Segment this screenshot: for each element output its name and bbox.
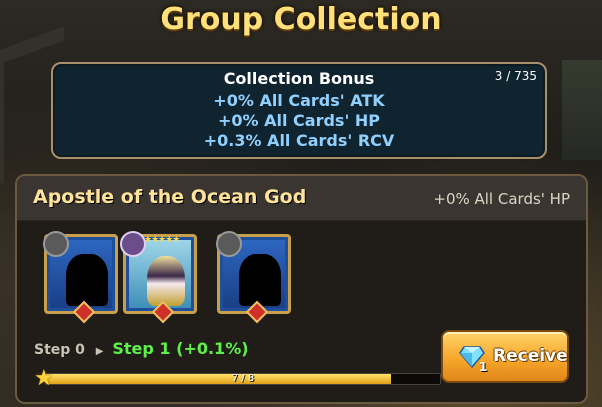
rarity-stars: ★★★★★ <box>144 235 180 245</box>
card-slot-owned[interactable]: ★★★★★ <box>120 231 197 324</box>
group-panel: Apostle of the Ocean God +0% All Cards' … <box>15 174 588 404</box>
card-silhouette <box>239 254 281 306</box>
card-silhouette <box>66 254 108 306</box>
collection-bonus-panel: Collection Bonus 3 / 735 +0% All Cards' … <box>51 62 547 159</box>
step-indicator: Step 0 ▶ Step 1 (+0.1%) <box>34 339 249 358</box>
bonus-atk: +0% All Cards' ATK <box>213 91 385 110</box>
axe-icon <box>43 231 69 257</box>
bonus-hp: +0% All Cards' HP <box>217 111 381 130</box>
collection-bonus-title: Collection Bonus <box>223 69 375 88</box>
group-header: Apostle of the Ocean God +0% All Cards' … <box>17 176 586 221</box>
card-portrait <box>147 256 185 306</box>
progress-bar: 7 / 8 ★ <box>34 366 441 391</box>
bonus-rcv: +0.3% All Cards' RCV <box>203 131 395 150</box>
eagle-icon <box>216 231 242 257</box>
dark-element-icon <box>120 231 146 257</box>
card-slot-locked[interactable] <box>216 231 291 324</box>
background-decor <box>562 60 602 160</box>
progress-text: 7 / 8 <box>231 373 255 384</box>
play-arrow-icon: ▶ <box>95 346 104 357</box>
receive-button[interactable]: 1 Receive <box>441 330 569 383</box>
bonus-list: +0% All Cards' ATK +0% All Cards' HP +0.… <box>53 91 545 151</box>
star-icon: ★ <box>34 366 54 391</box>
collection-count: 3 / 735 <box>494 69 537 83</box>
page-title: Group Collection <box>160 2 442 37</box>
group-name: Apostle of the Ocean God <box>33 186 307 208</box>
step-prev: Step 0 <box>34 342 85 358</box>
group-bonus: +0% All Cards' HP <box>433 190 570 208</box>
receive-label: Receive <box>493 346 568 366</box>
receive-cost: 1 <box>479 360 488 374</box>
step-current: Step 1 (+0.1%) <box>112 339 249 358</box>
card-slot-locked[interactable] <box>43 231 118 324</box>
